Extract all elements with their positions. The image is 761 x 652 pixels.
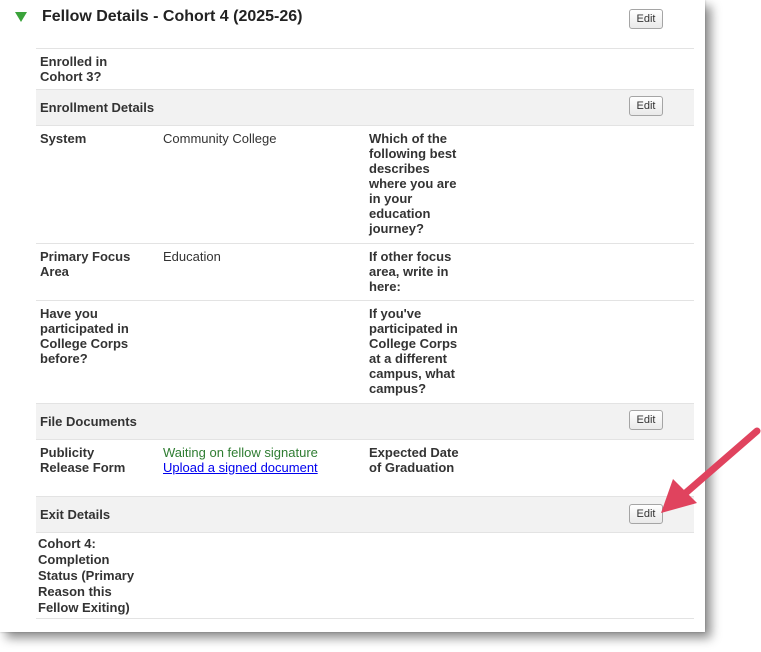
other-focus-area-label: If other focus area, write in here: — [369, 249, 452, 294]
signature-status-text: Waiting on fellow signature — [163, 445, 318, 460]
completion-status-label: Cohort 4: Completion Status (Primary Rea… — [38, 536, 135, 615]
publicity-release-form-label: Publicity Release Form — [40, 445, 126, 475]
panel-header: Fellow Details - Cohort 4 (2025-26) Edit — [0, 0, 705, 46]
primary-focus-area-value: Education — [163, 249, 221, 264]
divider — [36, 243, 694, 244]
expected-graduation-label: Expected Date of Graduation — [369, 445, 459, 475]
participated-before-label: Have you participated in College Corps b… — [40, 306, 129, 366]
divider — [36, 618, 694, 619]
upload-signed-document-link[interactable]: Upload a signed document — [163, 460, 363, 475]
fellow-details-panel: Fellow Details - Cohort 4 (2025-26) Edit… — [0, 0, 705, 632]
collapse-triangle-icon[interactable] — [15, 12, 27, 22]
education-journey-label: Which of the following best describes wh… — [369, 131, 457, 236]
page-title: Fellow Details - Cohort 4 (2025-26) — [42, 8, 303, 25]
exit-details-section-header: Exit Details Edit — [36, 496, 694, 533]
section-title: Enrollment Details — [40, 100, 155, 115]
header-edit-button[interactable]: Edit — [629, 9, 663, 29]
pointer-arrow-icon — [661, 427, 761, 513]
enrolled-cohort3-label: Enrolled in Cohort 3? — [40, 54, 108, 84]
system-label: System — [40, 131, 87, 146]
different-campus-label: If you've participated in College Corps … — [369, 306, 458, 396]
section-title: Exit Details — [40, 507, 111, 522]
file-documents-section-header: File Documents Edit — [36, 403, 694, 440]
section-title: File Documents — [40, 414, 137, 429]
enrollment-edit-button[interactable]: Edit — [629, 96, 663, 116]
divider — [36, 48, 694, 49]
divider — [36, 300, 694, 301]
primary-focus-area-label: Primary Focus Area — [40, 249, 131, 279]
system-value: Community College — [163, 131, 277, 146]
enrollment-details-section-header: Enrollment Details Edit — [36, 89, 694, 126]
